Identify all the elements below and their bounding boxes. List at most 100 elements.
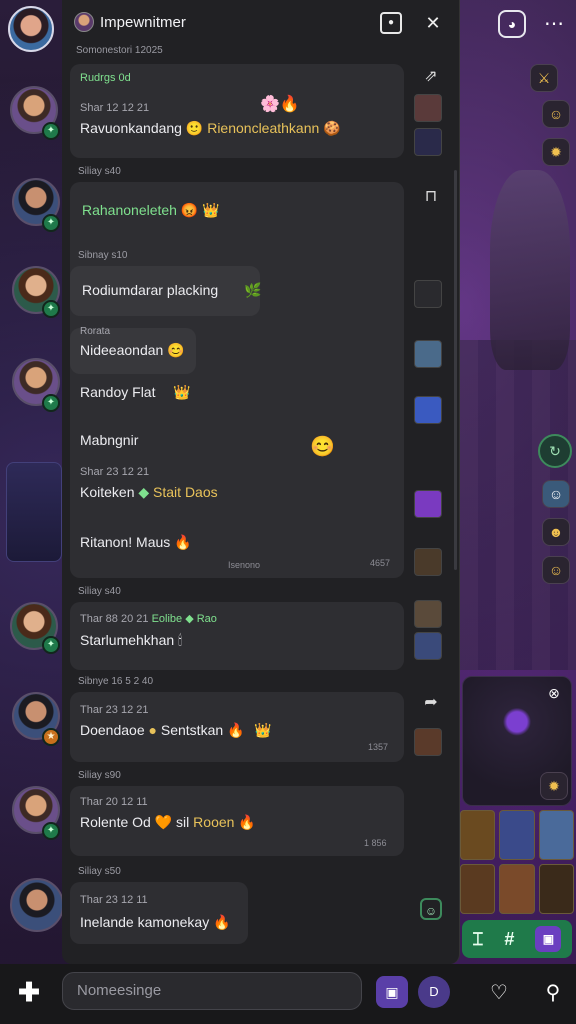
message-text: Doendaoe ● Sentstkan 🔥 👑 <box>80 722 272 739</box>
status-badge: ✦ <box>42 214 60 232</box>
send-button[interactable]: D <box>418 976 450 1008</box>
emoji: 🔥 <box>213 914 231 930</box>
message-meta: Shar 12 12 21 <box>80 102 150 114</box>
user-avatar[interactable] <box>8 6 54 52</box>
emoji-picker-icon[interactable]: ☺ <box>420 898 442 920</box>
message-text[interactable]: Nideeaondan 😊 <box>80 342 185 359</box>
message-text-part: Nideeaondan <box>80 342 164 358</box>
attach-image-button[interactable]: ▣ <box>376 976 408 1008</box>
add-icon[interactable]: ✚ <box>16 979 42 1006</box>
status-badge: ✦ <box>42 122 60 140</box>
scrollbar[interactable] <box>454 170 457 570</box>
message-text-part: Rolente Od <box>80 814 151 830</box>
item-thumbnail[interactable] <box>414 728 442 756</box>
crossed-swords-icon[interactable]: ⚔ <box>530 64 558 92</box>
message-bubble[interactable]: Thar 20 12 11 Rolente Od 🧡 sil Rooen 🔥 1… <box>70 786 404 856</box>
message-text: Inelande kamonekay 🔥 <box>80 914 231 931</box>
message-author: Rorata <box>80 326 111 337</box>
emoji: 🧡 <box>154 814 173 830</box>
user-thumbnail[interactable] <box>414 94 442 122</box>
message-text[interactable]: Ritanon! Maus 🔥 <box>80 534 192 551</box>
message-author: Rao <box>196 613 217 625</box>
emoji-reaction[interactable]: 😊 <box>310 434 335 459</box>
message-bubble[interactable]: Rudrgs 0d Shar 12 12 21 🌸🔥 Ravuonkandang… <box>70 64 404 158</box>
message-text[interactable]: Rodiumdarar placking 🌿 <box>82 282 262 299</box>
hashtag-icon: # <box>504 928 515 949</box>
chat-panel: Impewnitmer ● ✕ Somonestori 12025 Rudrgs… <box>62 0 460 964</box>
message-text-part: Rooen <box>193 814 235 830</box>
message-text[interactable]: Randoy Flat 👑 <box>80 384 191 401</box>
message-input[interactable]: Nomeesinge <box>62 972 362 1010</box>
emoji: ◆ <box>138 484 150 500</box>
message-meta: Thar 23 12 11 <box>80 894 148 906</box>
heart-icon[interactable]: ♡ <box>486 980 512 1006</box>
item-thumbnail[interactable] <box>414 632 442 660</box>
emoji: 😡 <box>180 202 199 218</box>
bookmark-icon[interactable]: ⊓ <box>420 186 442 208</box>
message-text-part: Koiteken <box>80 484 135 500</box>
message-author: Rudrgs 0d <box>80 72 131 84</box>
status-badge: ★ <box>42 728 60 746</box>
character-icon[interactable]: ☺ <box>542 100 570 128</box>
emoji: ◆ <box>185 613 194 625</box>
fire-icon[interactable]: ✹ <box>542 138 570 166</box>
message-text[interactable]: Rahanoneleteh 😡 👑 <box>82 202 220 219</box>
message-text: Ravuonkandang 🙂 Rienoncleathkann 🍪 <box>80 120 341 137</box>
message-bubble[interactable]: Thar 23 12 11 Inelande kamonekay 🔥 <box>70 882 248 944</box>
contact-icon[interactable]: ☺ <box>542 480 570 508</box>
contact-icon[interactable]: ☺ <box>542 556 570 584</box>
refresh-icon[interactable]: ↻ <box>538 434 572 468</box>
message-text[interactable]: Mabngnir <box>80 432 138 448</box>
game-device-thumbnail <box>6 462 62 562</box>
message-text-part: Doendaoe <box>80 722 145 738</box>
section-label: Siliay s40 <box>78 166 121 177</box>
message-text-part: Rodiumdarar placking <box>82 282 219 298</box>
profile-icon[interactable]: ⚲ <box>540 980 566 1006</box>
more-icon[interactable]: ⋯ <box>540 10 568 38</box>
item-thumbnail[interactable] <box>414 396 442 424</box>
message-text-part: Ritanon! Maus <box>80 534 171 550</box>
close-icon[interactable]: ✕ <box>422 12 444 34</box>
left-contacts-column: ✦ ✦ ✦ ✦ ✦ ★ ✦ <box>0 0 68 1024</box>
popout-icon[interactable]: ● <box>380 12 402 34</box>
share-icon[interactable]: ⇗ <box>420 66 442 88</box>
discord-icon[interactable]: ◕ <box>498 10 526 38</box>
table-icon: ⌶ <box>472 928 484 949</box>
emoji: 🌿 <box>244 282 262 298</box>
message-text-part: Rahanoneleteh <box>82 202 177 218</box>
message-text-part: Rienoncleathkann <box>207 120 320 136</box>
message-time: 1357 <box>368 742 389 752</box>
item-thumbnail[interactable] <box>414 490 442 518</box>
emoji: ● <box>148 722 157 738</box>
item-thumbnail[interactable] <box>414 600 442 628</box>
message-group <box>70 182 404 578</box>
emoji: 🙂 <box>185 120 204 136</box>
chat-title: Impewnitmer <box>100 14 186 31</box>
item-thumbnail[interactable] <box>414 280 442 308</box>
message-text-part: Ravuonkandang <box>80 120 182 136</box>
contact-avatar[interactable] <box>10 878 64 932</box>
message-bubble[interactable]: Thar 88 20 21 Eolibe ◆ Rao Starlumehkhan… <box>70 602 404 670</box>
section-label: Sibnay s10 <box>78 250 128 261</box>
chat-avatar[interactable] <box>74 12 94 32</box>
message-meta: Thar 23 12 21 <box>80 704 149 716</box>
message-text[interactable]: Koiteken ◆ Stait Daos <box>80 484 218 501</box>
user-thumbnail[interactable] <box>414 128 442 156</box>
fire-icon[interactable]: ✹ <box>540 772 568 800</box>
reaction-icons[interactable]: 🌸🔥 <box>260 94 300 114</box>
contact-icon[interactable]: ☻ <box>542 518 570 546</box>
settings-icon[interactable]: ⊗ <box>540 680 568 708</box>
message-footer: Isenono <box>228 560 261 570</box>
game-action-bar[interactable]: ⌶ # ▣ <box>462 920 572 958</box>
message-bubble[interactable]: Thar 23 12 21 Doendaoe ● Sentstkan 🔥 👑 1… <box>70 692 404 762</box>
twitch-icon[interactable]: ▣ <box>535 926 562 952</box>
status-badge: ✦ <box>42 394 60 412</box>
share-icon[interactable]: ➦ <box>420 692 442 714</box>
message-text-part: Sentstkan <box>160 722 224 738</box>
chat-date: Somonestori 12025 <box>76 45 163 56</box>
emoji: 👑 <box>254 722 272 738</box>
section-label: Sibnye 16 5 2 40 <box>78 676 154 687</box>
item-thumbnail[interactable] <box>414 548 442 576</box>
item-thumbnail[interactable] <box>414 340 442 368</box>
section-label: Siliay s50 <box>78 866 121 877</box>
